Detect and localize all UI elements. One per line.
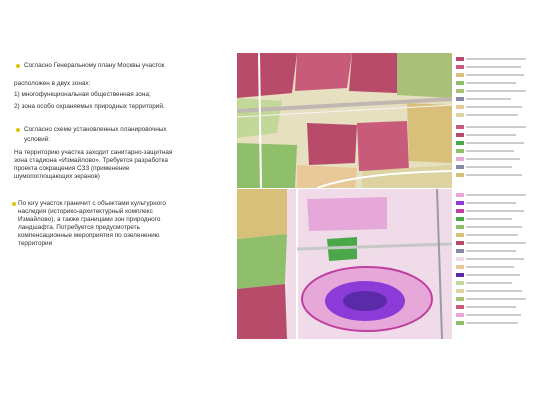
planning-legend [454,189,534,339]
genplan-map [237,53,452,188]
bullet-icon [16,64,20,68]
text-sanitary-1: На территорию участка заходит санитарно-… [14,149,173,156]
bullet-icon [12,202,16,206]
text-planning-conditions-2: условий: [24,136,50,143]
text-zone-1: 1) многофункциональная общественная зона… [14,91,151,98]
planning-conditions-map [237,189,452,339]
bullet-icon [16,128,20,132]
text-heritage-4: ландшафта. Потребуется предусмотреть [18,224,140,231]
text-planning-conditions-1: Согласно схеме установленных планировочн… [24,126,167,133]
text-heritage-6: территории [18,240,53,247]
text-sanitary-4: шумопоглощающих экранов) [14,173,100,180]
text-zone-2: 2) зона особо охраняемых природных терри… [14,103,165,110]
text-genplan: Согласно Генеральному плану Москвы участ… [24,62,165,69]
text-heritage-2: наследия (историко-архитектурный комплек… [18,208,153,215]
text-heritage-3: Измайлово), а также границами зон природ… [18,216,161,223]
text-sanitary-3: проекта сокращения СЗЗ (применение [14,165,130,172]
text-heritage-5: компенсационные мероприятия по озеленени… [18,232,160,239]
text-two-zones: расположен в двух зонах: [14,80,91,87]
text-sanitary-2: зона стадиона «Измайлово». Требуется раз… [14,157,168,164]
genplan-legend [454,53,534,188]
slide: Согласно Генеральному плану Москвы участ… [0,0,540,405]
text-heritage-1: По югу участок граничит с объектами куль… [18,200,166,207]
